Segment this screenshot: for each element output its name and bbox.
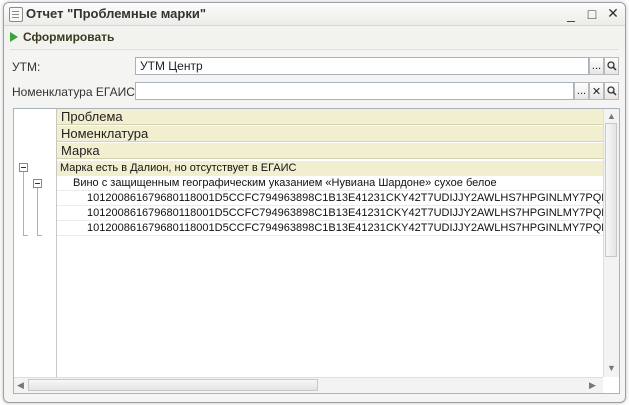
table-row[interactable]: 101200861679680118001D5CCFC794963898C1B1… [57,206,603,221]
scroll-up-icon[interactable]: ▲ [607,111,616,121]
collapse-icon[interactable] [33,179,42,188]
scroll-down-icon[interactable]: ▼ [607,363,616,373]
maximize-button[interactable]: □ [583,5,601,22]
generate-button[interactable]: Сформировать [10,28,114,46]
horizontal-scroll-thumb[interactable] [28,379,318,391]
nomenclature-field[interactable] [135,82,574,100]
tree-line [23,235,28,236]
utm-label: УТМ: [12,60,41,74]
table-row[interactable]: 101200861679680118001D5CCFC794963898C1B1… [57,191,603,206]
clear-icon[interactable]: ✕ [589,82,604,100]
report-window: Отчет "Проблемные марки" _ □ ✕ Сформиров… [3,2,626,403]
tree-line [37,188,38,236]
header-problem[interactable]: Проблема [57,109,603,125]
scroll-left-icon[interactable]: ◀ [17,380,24,391]
close-button[interactable]: ✕ [604,5,622,22]
utm-select-button[interactable]: ... [589,57,604,75]
tree-gutter [14,109,57,393]
header-mark[interactable]: Марка [57,143,603,159]
vertical-scroll-thumb[interactable] [605,123,617,257]
utm-search-icon[interactable] [604,57,619,75]
table-row[interactable]: 101200861679680118001D5CCFC794963898C1B1… [57,221,603,236]
group-row-problem[interactable]: Марка есть в Далион, но отсутствует в ЕГ… [57,161,603,176]
play-icon [10,32,18,42]
utm-field[interactable]: УТМ Центр [135,57,589,75]
nomenclature-select-button[interactable]: ... [574,82,589,100]
header-nomenclature[interactable]: Номенклатура [57,126,603,142]
window-title: Отчет "Проблемные марки" [26,6,206,21]
collapse-icon[interactable] [19,163,28,172]
document-icon [9,7,23,22]
toolbar: Сформировать [4,26,625,48]
tree-line [23,172,24,236]
minimize-button[interactable]: _ [562,5,580,22]
generate-button-label: Сформировать [23,30,115,44]
nomenclature-label: Номенклатура ЕГАИС: [12,85,139,99]
tree-line [37,235,42,236]
nomenclature-search-icon[interactable] [604,82,619,100]
report-tree-table[interactable]: Проблема Номенклатура Марка Марка есть в… [13,108,620,394]
group-row-nomenclature[interactable]: Вино с защищенным географическим указани… [57,176,603,191]
toolbar-divider [10,49,619,50]
horizontal-scrollbar[interactable]: ◀ ▶ [14,377,603,393]
scroll-right-icon[interactable]: ▶ [589,380,596,391]
title-bar: Отчет "Проблемные марки" _ □ ✕ [4,3,625,26]
vertical-scrollbar[interactable]: ▲ ▼ [603,109,619,377]
